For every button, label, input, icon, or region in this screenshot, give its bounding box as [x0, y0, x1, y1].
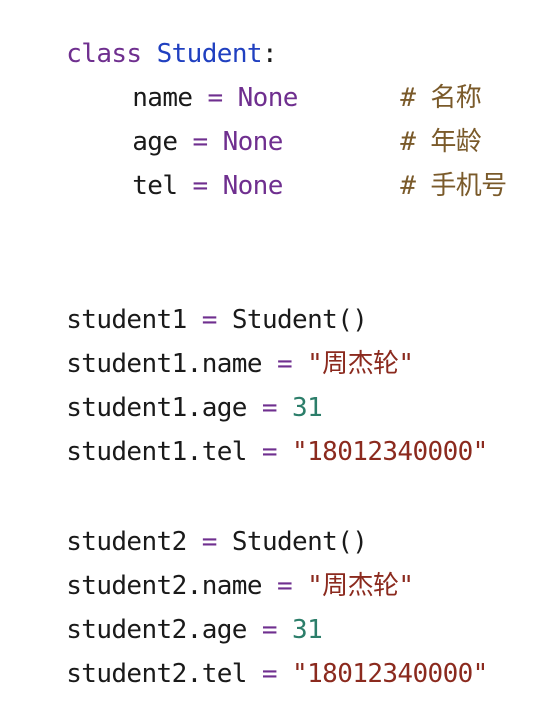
code-line-student2-age: student2.age = 31: [6, 576, 323, 645]
code-line-student2-create: student2 = Student(): [6, 488, 368, 557]
code-line-student2-tel: student2.tel = "18012340000": [6, 620, 488, 689]
string-literal: "18012340000": [292, 437, 488, 467]
comment-hash: #: [400, 171, 416, 201]
code-comment-tel: # 手机号: [340, 132, 507, 201]
assign-target: student1.tel: [66, 437, 247, 467]
assign-operator: =: [261, 437, 278, 467]
code-comment-age: # 年龄: [340, 88, 482, 157]
code-line-student1-name: student1.name = "周杰轮": [6, 310, 414, 379]
comment-text: 手机号: [430, 171, 507, 201]
code-editor[interactable]: class Student: name = None # 名称 age = No…: [0, 0, 551, 689]
code-comment-name: # 名称: [340, 44, 482, 113]
attr-name: tel: [132, 171, 178, 201]
code-line-student1-create: student1 = Student(): [6, 266, 368, 335]
assign-operator: =: [192, 171, 208, 201]
assign-target: student2.tel: [66, 659, 247, 689]
code-line-student2-name: student2.name = "周杰轮": [6, 532, 414, 601]
code-line-attr-age: age = None: [72, 88, 283, 157]
code-line-attr-tel: tel = None: [72, 132, 283, 201]
code-line-attr-name: name = None: [72, 44, 298, 113]
code-line-student1-tel: student1.tel = "18012340000": [6, 398, 488, 467]
code-line-student1-age: student1.age = 31: [6, 354, 323, 423]
assign-operator: =: [261, 659, 278, 689]
string-literal: "周杰轮": [307, 571, 414, 601]
code-line-class-def: class Student:: [6, 0, 277, 69]
attr-value: None: [222, 171, 284, 201]
string-literal: "周杰轮": [307, 349, 414, 379]
string-literal: "18012340000": [292, 659, 488, 689]
